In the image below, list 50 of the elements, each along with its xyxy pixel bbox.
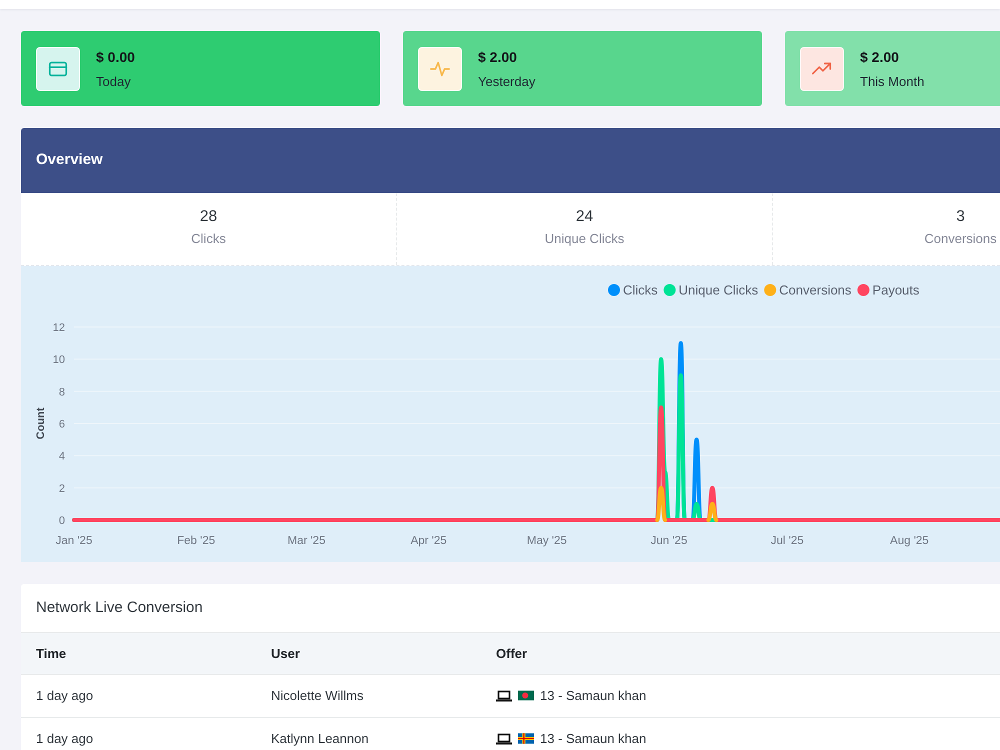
stat-label: Conversions [923, 230, 998, 248]
legend-label: Payouts [872, 282, 920, 298]
x-tick-label: Jun '25 [650, 535, 688, 547]
column-header: Offer [481, 633, 1000, 674]
offer-text: 13 - Samaun khan [540, 730, 646, 748]
credit-card-icon [36, 46, 80, 90]
column-header: Time [21, 633, 256, 674]
x-tick-label: May '25 [526, 535, 567, 547]
card-label: This Month [860, 74, 924, 90]
x-tick-label: Aug '25 [890, 535, 929, 547]
x-tick-label: Mar '25 [287, 535, 326, 547]
stat-value: 28 [198, 207, 218, 227]
user-name: Katlynn Leannon [271, 730, 369, 746]
legend-label: Clicks [623, 282, 658, 298]
time-text: 1 day ago [36, 730, 94, 746]
panel-title: Overview [36, 150, 103, 170]
section-title: Network Live Conversion [36, 598, 203, 618]
amount-text: $ 2.00 [860, 48, 900, 66]
offer-text: 13 - Samaun khan [540, 686, 646, 704]
y-tick-label: 2 [58, 482, 65, 495]
flag-icon [518, 690, 534, 701]
stat-value: 3 [955, 207, 966, 227]
time-text: 1 day ago [36, 688, 94, 702]
trend-up-icon [800, 46, 844, 90]
laptop-icon [496, 732, 512, 744]
pulse-icon [418, 46, 462, 90]
y-tick-label: 0 [58, 515, 65, 527]
laptop-icon [496, 690, 512, 702]
amount-text: $ 0.00 [96, 48, 135, 66]
y-tick-label: 4 [58, 450, 65, 463]
x-tick-label: Jan '25 [56, 535, 92, 547]
stat-value: 24 [574, 207, 594, 227]
y-tick-label: 12 [52, 322, 65, 334]
flag-icon [518, 733, 534, 744]
stat-label: Unique Clicks [544, 230, 626, 248]
y-tick-label: 8 [58, 386, 65, 398]
card-label: Yesterday [478, 74, 536, 90]
card-label: Today [96, 74, 132, 90]
stat-label: Clicks [190, 230, 227, 248]
axis-title: Count [35, 408, 47, 440]
amount-text: $ 2.00 [478, 48, 518, 66]
x-tick-label: Apr '25 [410, 535, 447, 547]
legend-label: Conversions [779, 282, 852, 298]
x-tick-label: Jul '25 [770, 535, 804, 547]
y-tick-label: 6 [58, 418, 65, 430]
y-tick-label: 10 [52, 354, 65, 366]
x-tick-label: Feb '25 [177, 535, 216, 547]
user-name: Nicolette Willms [271, 688, 364, 702]
column-header: User [256, 633, 481, 674]
legend-label: Unique Clicks [678, 282, 758, 298]
